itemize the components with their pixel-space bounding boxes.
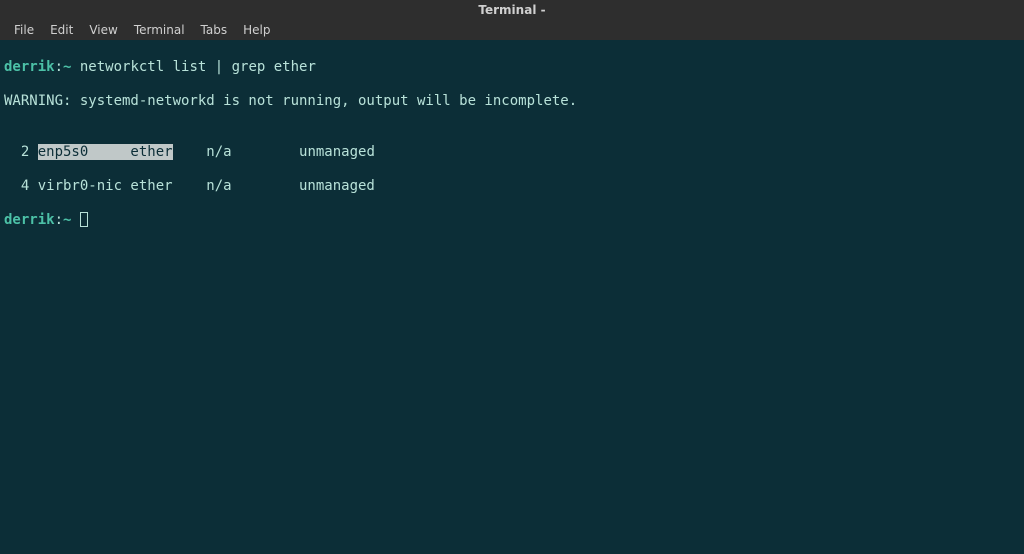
window-titlebar: Terminal - bbox=[0, 0, 1024, 20]
menu-edit[interactable]: Edit bbox=[42, 23, 81, 37]
terminal-output[interactable]: derrik:~ networkctl list | grep ether WA… bbox=[0, 40, 1024, 248]
prompt-line-1: derrik:~ networkctl list | grep ether bbox=[4, 59, 1020, 76]
output-row-1: 2 enp5s0 ether n/a unmanaged bbox=[4, 144, 1020, 161]
prompt-line-2: derrik:~ bbox=[4, 212, 1020, 229]
row1-highlighted: enp5s0 ether bbox=[38, 144, 173, 160]
prompt-user: derrik bbox=[4, 59, 55, 75]
window-title: Terminal - bbox=[478, 3, 545, 17]
prompt-user-2: derrik bbox=[4, 212, 55, 228]
command-text: networkctl list | grep ether bbox=[71, 59, 315, 75]
menu-view[interactable]: View bbox=[81, 23, 125, 37]
menu-tabs[interactable]: Tabs bbox=[193, 23, 236, 37]
warning-line: WARNING: systemd-networkd is not running… bbox=[4, 93, 1020, 110]
row1-prefix: 2 bbox=[4, 144, 38, 160]
menu-help[interactable]: Help bbox=[235, 23, 278, 37]
menubar: File Edit View Terminal Tabs Help bbox=[0, 20, 1024, 40]
menu-file[interactable]: File bbox=[6, 23, 42, 37]
prompt-separator-2: : bbox=[55, 212, 63, 228]
cursor bbox=[80, 212, 88, 227]
row1-rest: n/a unmanaged bbox=[173, 144, 375, 160]
menu-terminal[interactable]: Terminal bbox=[126, 23, 193, 37]
prompt-path-2: ~ bbox=[63, 212, 71, 228]
prompt-separator: : bbox=[55, 59, 63, 75]
output-row-2: 4 virbr0-nic ether n/a unmanaged bbox=[4, 178, 1020, 195]
